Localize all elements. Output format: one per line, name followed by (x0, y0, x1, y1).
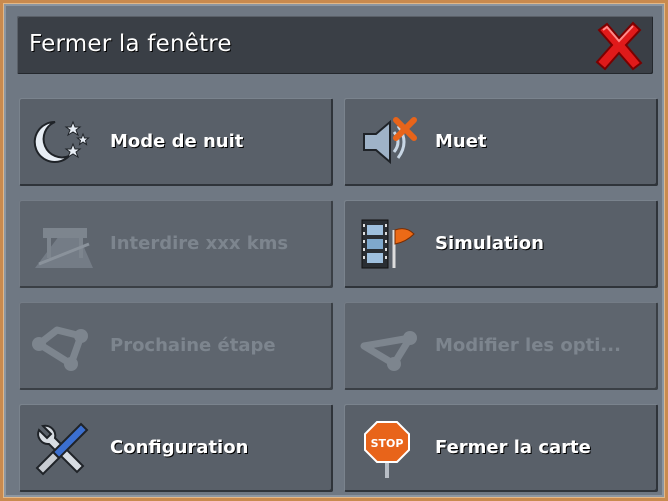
configuration-button[interactable]: Configuration (19, 404, 333, 492)
mute-label: Muet (435, 131, 487, 152)
avoid-distance-button[interactable]: Interdire xxx kms (19, 200, 333, 288)
dialog-title: Fermer la fenêtre (29, 31, 232, 57)
moon-stars-icon (33, 120, 90, 163)
wrench-screwdriver-icon (35, 422, 89, 476)
avoid-distance-label: Interdire xxx kms (110, 233, 289, 254)
close-button[interactable] (593, 20, 645, 72)
next-waypoint-button[interactable]: Prochaine étape (19, 302, 333, 390)
simulation-label: Simulation (435, 233, 544, 254)
close-x-icon (595, 21, 643, 71)
night-mode-label: Mode de nuit (110, 131, 244, 152)
simulation-button[interactable]: Simulation (344, 200, 658, 288)
route-waypoints-icon (32, 326, 88, 371)
svg-text:STOP: STOP (371, 437, 404, 450)
route-options-icon (360, 331, 417, 371)
stop-sign-icon: STOP (364, 421, 410, 478)
route-options-button[interactable]: Modifier les opti... (344, 302, 658, 390)
film-flag-icon (361, 219, 415, 269)
close-map-label: Fermer la carte (435, 437, 591, 458)
road-block-icon (35, 228, 93, 268)
next-waypoint-label: Prochaine étape (110, 335, 276, 356)
route-options-label: Modifier les opti... (435, 335, 621, 356)
night-mode-button[interactable]: Mode de nuit (19, 98, 333, 186)
mute-button[interactable]: Muet (344, 98, 658, 186)
dialog-frame: Fermer la fenêtre Mode de nuit Muet Inte… (3, 3, 665, 498)
speaker-mute-icon (363, 117, 417, 165)
close-map-button[interactable]: STOP Fermer la carte (344, 404, 658, 492)
title-bar: Fermer la fenêtre (17, 16, 653, 74)
configuration-label: Configuration (110, 437, 249, 458)
